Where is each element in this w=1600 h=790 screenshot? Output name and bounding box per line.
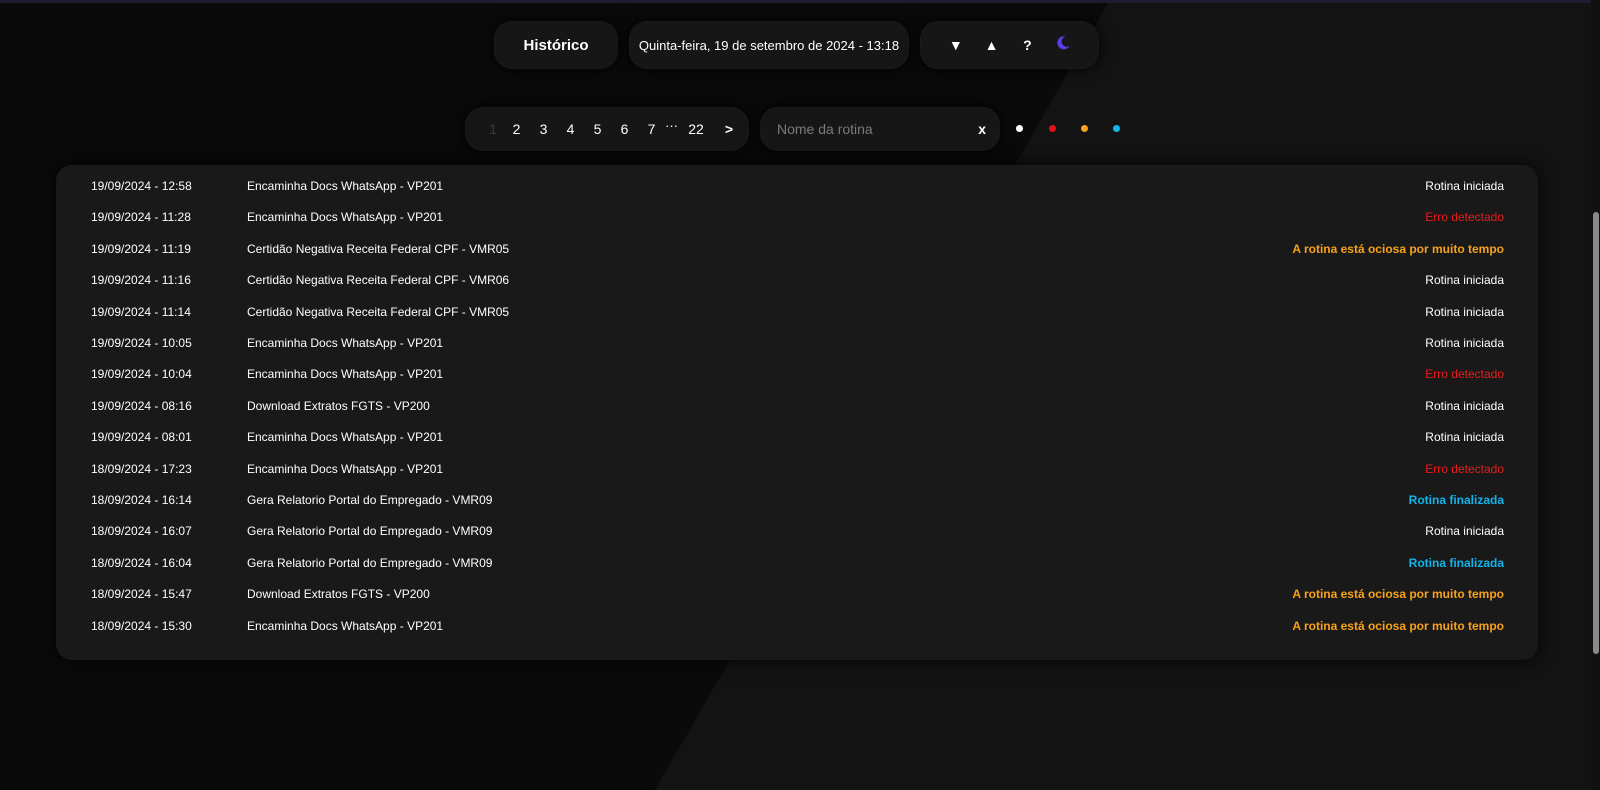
log-routine-name: Encaminha Docs WhatsApp - VP201 xyxy=(247,179,444,193)
history-label: Histórico xyxy=(523,36,589,54)
log-row: 18/09/2024 - 16:04 Gera Relatorio Portal … xyxy=(56,548,1538,579)
log-routine-name: Gera Relatorio Portal do Empregado - VMR… xyxy=(247,555,493,570)
log-datetime: 19/09/2024 - 11:28 xyxy=(91,210,191,225)
page: Histórico Quinta-feira, 19 de setembro d… xyxy=(0,0,1600,790)
log-datetime: 18/09/2024 - 16:07 xyxy=(91,524,192,539)
filter-dot-red[interactable] xyxy=(1049,125,1056,132)
collapse-all-button[interactable]: ▼ xyxy=(946,37,966,53)
moon-icon[interactable] xyxy=(1053,35,1073,56)
log-routine-name: Certidão Negativa Receita Federal CPF - … xyxy=(247,273,510,288)
log-datetime: 18/09/2024 - 15:30 xyxy=(91,618,192,633)
log-routine-name: Encaminha Docs WhatsApp - VP201 xyxy=(247,618,444,633)
log-datetime: 18/09/2024 - 17:23 xyxy=(91,461,192,476)
controls-bar: ▼ ▲ ? xyxy=(920,21,1099,69)
scrollbar[interactable] xyxy=(1591,0,1600,790)
log-routine-name: Download Extratos FGTS - VP200 xyxy=(247,398,430,413)
log-status: Erro detectado xyxy=(1425,210,1504,225)
log-status: Rotina iniciada xyxy=(1425,273,1504,288)
log-datetime: 18/09/2024 - 15:47 xyxy=(91,587,192,602)
log-datetime: 18/09/2024 - 16:14 xyxy=(91,493,192,507)
log-datetime: 19/09/2024 - 11:14 xyxy=(91,304,191,319)
clear-search-button[interactable]: x xyxy=(978,121,986,137)
log-status: A rotina está ociosa por muito tempo xyxy=(1292,618,1504,633)
log-datetime: 19/09/2024 - 12:58 xyxy=(91,179,192,193)
log-datetime: 19/09/2024 - 10:04 xyxy=(91,367,192,382)
log-row: 19/09/2024 - 11:16 Certidão Negativa Rece… xyxy=(56,265,1538,296)
theme-toggle-icon xyxy=(1057,35,1070,49)
page-4-link[interactable]: 4 xyxy=(557,121,584,137)
page-last-link[interactable]: 22 xyxy=(679,121,713,137)
page-5-link[interactable]: 5 xyxy=(584,121,611,137)
help-button[interactable]: ? xyxy=(1017,37,1037,53)
log-row: 18/09/2024 - 15:47 Download Extratos FGTS… xyxy=(56,579,1538,610)
page-3-link[interactable]: 3 xyxy=(530,121,557,137)
log-status: Rotina iniciada xyxy=(1425,336,1504,350)
log-row: 19/09/2024 - 10:05 Encaminha Docs WhatsAp… xyxy=(56,328,1538,359)
log-status: Rotina iniciada xyxy=(1425,304,1504,319)
log-routine-name: Gera Relatorio Portal do Empregado - VMR… xyxy=(247,493,493,507)
log-row: 18/09/2024 - 17:23 Encaminha Docs WhatsAp… xyxy=(56,454,1538,485)
search-box: x xyxy=(760,107,1000,151)
log-routine-name: Certidão Negativa Receita Federal CPF - … xyxy=(247,304,510,319)
log-status: Erro detectado xyxy=(1425,367,1504,382)
log-routine-name: Encaminha Docs WhatsApp - VP201 xyxy=(247,367,444,382)
log-row: 19/09/2024 - 11:14 Certidão Negativa Rece… xyxy=(56,297,1538,328)
log-status: A rotina está ociosa por muito tempo xyxy=(1292,241,1504,256)
page-6-link[interactable]: 6 xyxy=(611,121,638,137)
next-page-button[interactable]: > xyxy=(713,121,745,137)
log-routine-name: Certidão Negativa Receita Federal CPF - … xyxy=(247,241,510,256)
filter-dot-orange[interactable] xyxy=(1081,125,1088,132)
log-routine-name: Gera Relatorio Portal do Empregado - VMR… xyxy=(247,524,493,539)
log-routine-name: Encaminha Docs WhatsApp - VP201 xyxy=(247,461,444,476)
log-routine-name: Encaminha Docs WhatsApp - VP201 xyxy=(247,210,444,225)
log-routine-name: Download Extratos FGTS - VP200 xyxy=(247,587,430,602)
log-datetime: 19/09/2024 - 11:19 xyxy=(91,241,191,256)
filter-dot-white[interactable] xyxy=(1016,125,1023,132)
pagination-ellipsis: ··· xyxy=(665,117,678,133)
datetime-display: Quinta-feira, 19 de setembro de 2024 - 1… xyxy=(629,21,909,69)
log-row: 18/09/2024 - 16:14 Gera Relatorio Portal … xyxy=(56,485,1538,516)
log-row: 19/09/2024 - 12:58 Encaminha Docs WhatsAp… xyxy=(56,171,1538,202)
log-row: 19/09/2024 - 08:16 Download Extratos FGTS… xyxy=(56,391,1538,422)
log-datetime: 19/09/2024 - 08:16 xyxy=(91,398,192,413)
log-status: Rotina iniciada xyxy=(1425,179,1504,193)
datetime-text: Quinta-feira, 19 de setembro de 2024 - 1… xyxy=(638,37,900,53)
log-status: Erro detectado xyxy=(1425,461,1504,476)
log-row: 18/09/2024 - 15:30 Encaminha Docs WhatsAp… xyxy=(56,611,1538,642)
log-status: Rotina iniciada xyxy=(1425,430,1504,445)
log-status: A rotina está ociosa por muito tempo xyxy=(1292,587,1504,602)
log-list: 19/09/2024 - 12:58 Encaminha Docs WhatsAp… xyxy=(56,165,1538,660)
history-button[interactable]: Histórico xyxy=(494,21,618,69)
log-status: Rotina iniciada xyxy=(1425,524,1504,539)
log-row: 19/09/2024 - 11:19 Certidão Negativa Rece… xyxy=(56,234,1538,265)
log-datetime: 19/09/2024 - 10:05 xyxy=(91,336,192,350)
routine-search-input[interactable] xyxy=(775,120,964,138)
page-7-link[interactable]: 7 xyxy=(638,121,665,137)
log-row: 19/09/2024 - 08:01 Encaminha Docs WhatsAp… xyxy=(56,422,1538,453)
log-row: 19/09/2024 - 11:28 Encaminha Docs WhatsAp… xyxy=(56,202,1538,233)
log-status: Rotina iniciada xyxy=(1425,398,1504,413)
log-datetime: 19/09/2024 - 11:16 xyxy=(91,273,191,288)
log-row: 18/09/2024 - 16:07 Gera Relatorio Portal … xyxy=(56,516,1538,547)
pagination: 1 2 3 4 5 6 7 ··· 22 > xyxy=(465,107,749,151)
log-datetime: 18/09/2024 - 16:04 xyxy=(91,555,192,570)
page-1-link[interactable]: 1 xyxy=(483,121,503,137)
log-status: Rotina finalizada xyxy=(1408,493,1504,507)
log-routine-name: Encaminha Docs WhatsApp - VP201 xyxy=(247,336,444,350)
expand-all-button[interactable]: ▲ xyxy=(982,37,1002,53)
scrollbar-thumb[interactable] xyxy=(1593,212,1599,654)
log-datetime: 19/09/2024 - 08:01 xyxy=(91,430,192,445)
log-row: 19/09/2024 - 10:04 Encaminha Docs WhatsAp… xyxy=(56,359,1538,390)
filter-dot-blue[interactable] xyxy=(1113,125,1120,132)
log-routine-name: Encaminha Docs WhatsApp - VP201 xyxy=(247,430,444,445)
top-border xyxy=(0,0,1600,3)
page-2-link[interactable]: 2 xyxy=(503,121,530,137)
log-status: Rotina finalizada xyxy=(1408,555,1504,570)
